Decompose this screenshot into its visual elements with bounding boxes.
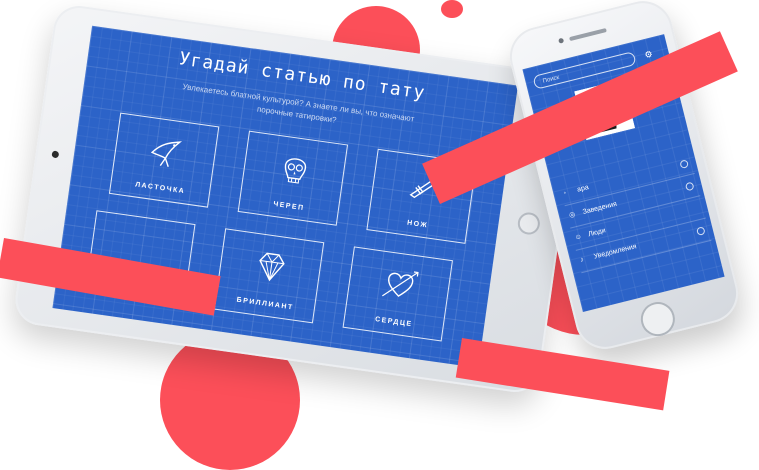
card-diamond[interactable]: БРИЛЛИАНТ bbox=[213, 228, 325, 324]
badge-icon bbox=[684, 181, 695, 192]
heart-arrow-icon bbox=[382, 271, 419, 297]
user-icon: ◦ bbox=[562, 189, 567, 198]
gear-icon[interactable]: ⚙ bbox=[643, 48, 655, 61]
swallow-icon bbox=[150, 141, 183, 167]
tablet-frame: Угадай статью по тату Увлекаетесь блатно… bbox=[12, 2, 582, 396]
badge-icon bbox=[679, 159, 690, 169]
tablet-camera bbox=[51, 150, 60, 159]
diamond-icon bbox=[259, 252, 285, 282]
card-swallow[interactable]: ЛАСТОЧКА bbox=[108, 112, 220, 208]
badge-icon bbox=[695, 226, 706, 236]
card-heart[interactable]: СЕРДЦЕ bbox=[342, 246, 453, 342]
menu-label: ара bbox=[576, 184, 590, 194]
menu-label: Заведения bbox=[582, 200, 618, 216]
card-label: ЛАСТОЧКА bbox=[134, 181, 186, 196]
phone-menu: ◦ ара ◎ Заведения ☺ Люди ♪ Уведомления bbox=[559, 151, 712, 274]
menu-label: Уведомления bbox=[593, 243, 638, 261]
card-label: БРИЛЛИАНТ bbox=[236, 296, 295, 312]
card-label: ЧЕРЕП bbox=[272, 200, 305, 213]
card-label: НОЖ bbox=[406, 219, 429, 230]
skull-icon bbox=[284, 158, 307, 184]
place-icon: ◎ bbox=[568, 211, 577, 220]
phone-home-button[interactable] bbox=[637, 298, 679, 340]
phone-camera bbox=[558, 37, 565, 44]
menu-label: Люди bbox=[587, 227, 607, 239]
bell-icon: ♪ bbox=[579, 256, 585, 264]
card-label: СЕРДЦЕ bbox=[374, 316, 413, 329]
phone-speaker bbox=[569, 28, 607, 42]
people-icon: ☺ bbox=[573, 233, 583, 242]
card-skull[interactable]: ЧЕРЕП bbox=[237, 130, 349, 226]
